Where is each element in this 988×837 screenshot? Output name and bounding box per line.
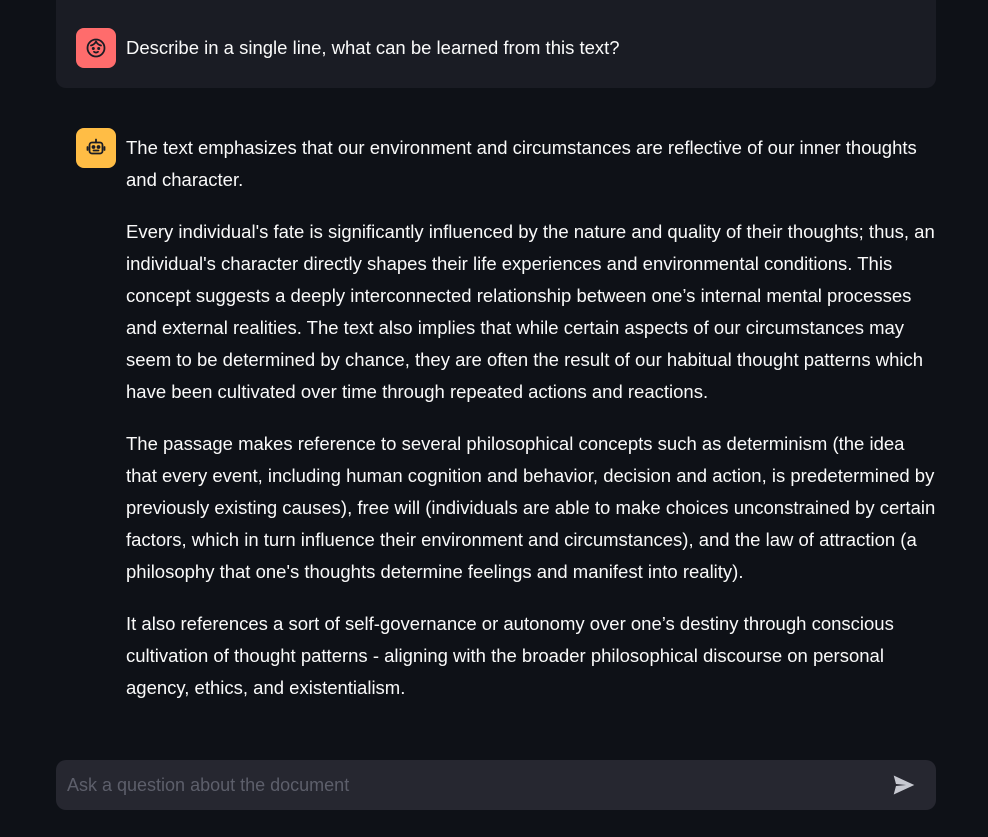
chat-page: Describe in a single line, what can be l… [0,0,988,837]
chat-input-bar [56,760,936,810]
user-avatar [76,28,116,68]
send-icon [893,775,915,795]
assistant-paragraph: Every individual's fate is significantly… [126,221,935,402]
assistant-message-body: The text emphasizes that our environment… [126,132,936,724]
assistant-paragraph: The text emphasizes that our environment… [126,137,917,190]
chat-input[interactable] [56,760,884,810]
robot-icon [86,138,106,155]
assistant-message: The text emphasizes that our environment… [56,108,936,724]
user-message-text: Describe in a single line, what can be l… [126,37,620,58]
send-button[interactable] [884,765,924,805]
user-message: Describe in a single line, what can be l… [56,0,936,88]
assistant-paragraph: The passage makes reference to several p… [126,433,936,582]
user-face-icon [86,38,106,58]
assistant-paragraph: It also references a sort of self-govern… [126,613,894,698]
assistant-avatar [76,128,116,168]
